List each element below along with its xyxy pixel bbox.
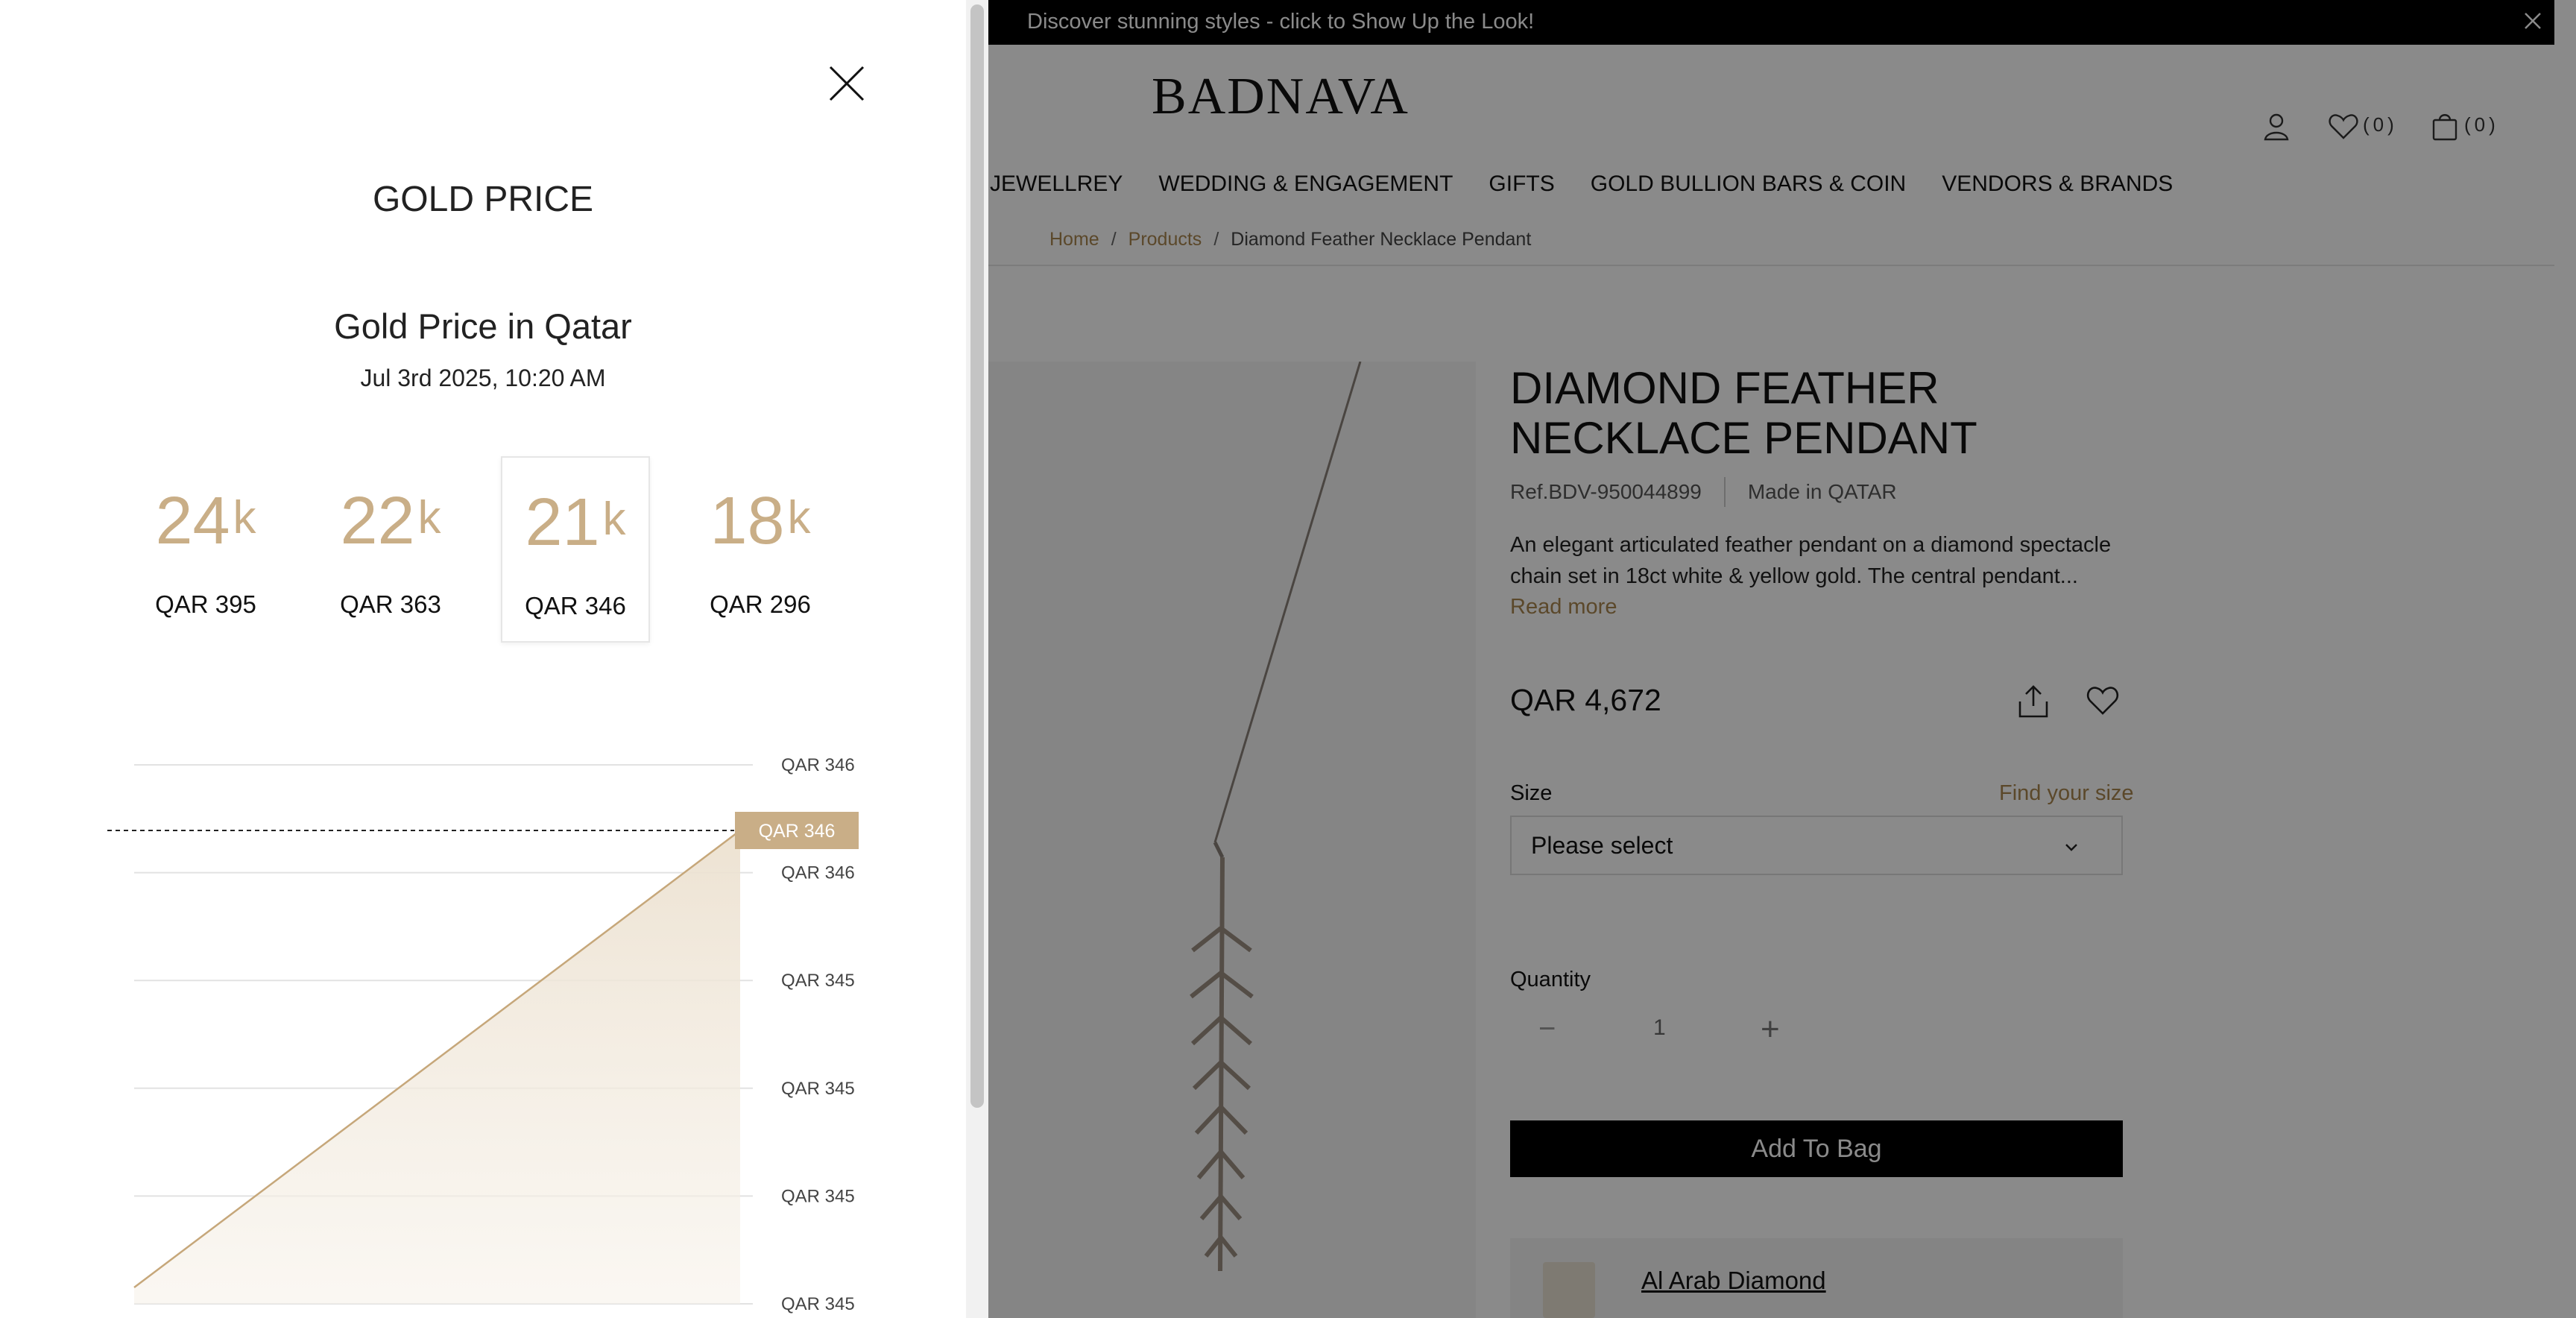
karat-number: 24 [155,484,230,558]
karat-price: QAR 346 [525,592,626,619]
price-date: Jul 3rd 2025, 10:20 AM [360,365,606,391]
karat-unit: k [602,494,626,545]
gold-price-drawer: GOLD PRICE Gold Price in Qatar Jul 3rd 2… [0,0,988,1318]
karat-tab-22k[interactable]: 22k QAR 363 [316,456,465,643]
drawer-subtitle: Gold Price in Qatar [334,306,632,346]
current-price-label: QAR 346 [759,821,836,842]
karat-tab-24k[interactable]: 24k QAR 395 [131,456,280,643]
drawer-scrollbar-thumb[interactable] [970,4,984,1108]
karat-label: 18k [686,483,835,560]
karat-unit: k [417,492,441,543]
karat-tab-18k[interactable]: 18k QAR 296 [686,456,835,643]
drawer-title: GOLD PRICE [372,180,594,219]
y-tick-label: QAR 346 [781,863,855,883]
karat-unit: k [787,492,811,543]
karat-label: 22k [316,483,465,560]
karat-unit: k [233,492,256,543]
karat-number: 21 [525,485,600,560]
karat-label: 21k [502,485,648,561]
y-tick-label: QAR 345 [781,1186,855,1206]
karat-price: QAR 395 [155,590,256,618]
y-tick-label: QAR 345 [781,1079,855,1099]
karat-price: QAR 363 [340,590,441,618]
karat-tab-21k[interactable]: 21k QAR 346 [501,456,650,643]
karat-price: QAR 296 [710,590,811,618]
y-tick-label: QAR 345 [781,971,855,991]
karat-label: 24k [131,483,280,560]
y-tick-label: QAR 346 [781,755,855,775]
y-tick-label: QAR 345 [781,1294,855,1314]
price-chart: QAR 346 QAR 346 QAR 345 QAR 345 QAR 345 QAR 3… [107,755,859,1314]
close-icon[interactable] [827,64,866,103]
price-area [134,830,740,1304]
karat-number: 22 [340,484,415,558]
karat-number: 18 [710,484,785,558]
